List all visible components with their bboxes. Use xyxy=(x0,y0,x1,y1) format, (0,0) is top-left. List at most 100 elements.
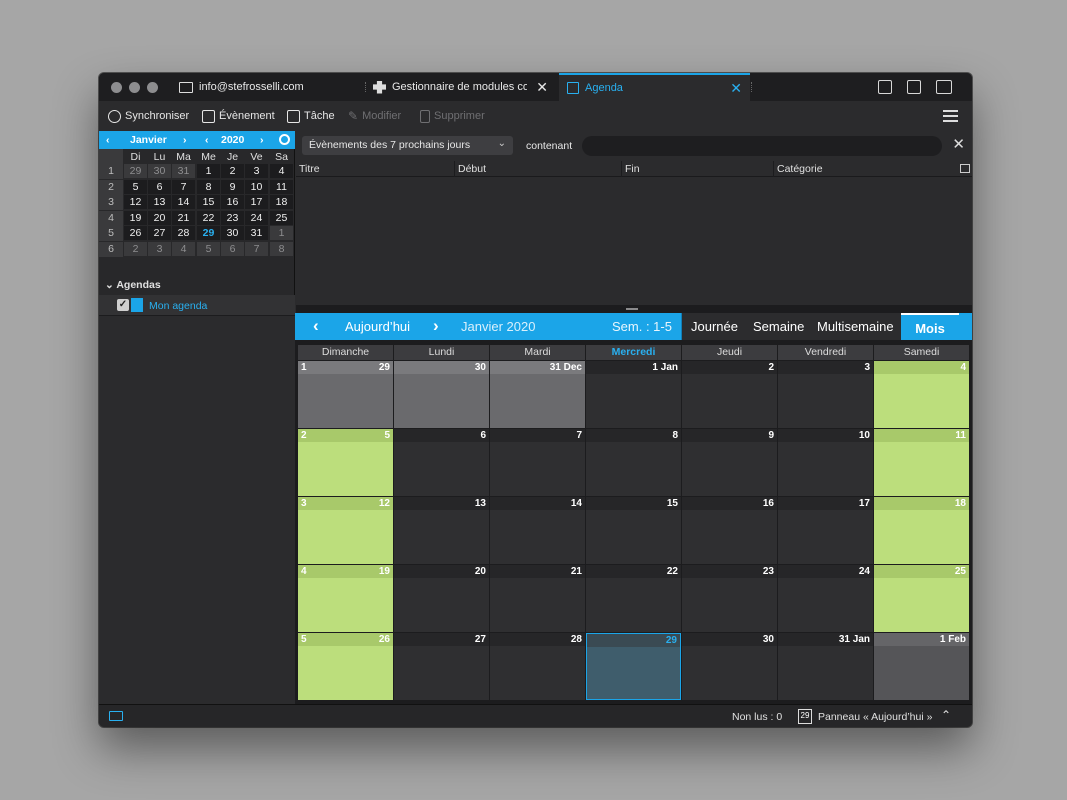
new-task-button[interactable]: Tâche xyxy=(287,101,335,131)
day-cell[interactable]: 30 xyxy=(394,361,489,428)
day-number[interactable]: 21 xyxy=(571,566,582,577)
tab-agenda[interactable]: Agenda ✕ xyxy=(559,73,750,101)
chevron-up-icon[interactable]: ⌃ xyxy=(941,708,951,722)
close-icon[interactable]: ✕ xyxy=(536,79,548,96)
menu-icon[interactable] xyxy=(943,110,958,122)
day-number[interactable]: 28 xyxy=(571,634,582,645)
col-end[interactable]: Fin xyxy=(625,163,640,175)
close-icon[interactable]: ✕ xyxy=(730,80,742,97)
minical-day[interactable]: 9 xyxy=(221,179,244,194)
connection-status-icon[interactable] xyxy=(109,711,123,721)
day-cell[interactable]: 10 xyxy=(778,429,873,496)
day-number[interactable]: 15 xyxy=(667,498,678,509)
minical-day[interactable]: 1 xyxy=(270,226,293,240)
minical-day[interactable]: 4 xyxy=(172,241,195,256)
day-cell-today[interactable]: 29 xyxy=(586,633,681,700)
minical-day[interactable]: 10 xyxy=(245,179,268,194)
day-number[interactable]: 1 Jan xyxy=(652,362,678,373)
day-cell[interactable]: 16 xyxy=(682,497,777,564)
col-category[interactable]: Catégorie xyxy=(777,163,823,175)
tasks-tab-icon[interactable] xyxy=(907,80,921,94)
day-number[interactable]: 12 xyxy=(379,498,390,509)
close-window-button[interactable] xyxy=(111,82,122,93)
day-cell[interactable]: 11 xyxy=(874,429,969,496)
minical-day[interactable]: 30 xyxy=(148,164,171,178)
day-cell[interactable]: 28 xyxy=(490,633,585,700)
day-cell[interactable]: 5 26 xyxy=(298,633,393,700)
close-icon[interactable]: ✕ xyxy=(952,135,965,153)
search-input[interactable] xyxy=(582,136,942,156)
agendas-section[interactable]: ⌄ Agendas xyxy=(105,279,161,291)
new-event-button[interactable]: Évènement xyxy=(202,101,275,131)
zoom-window-button[interactable] xyxy=(147,82,158,93)
agenda-checkbox[interactable]: ✓ xyxy=(117,299,129,311)
day-cell[interactable]: 9 xyxy=(682,429,777,496)
day-number[interactable]: 6 xyxy=(480,430,486,441)
next-period-button[interactable]: › xyxy=(433,316,439,336)
day-number[interactable]: 8 xyxy=(672,430,678,441)
minical-day[interactable]: 3 xyxy=(245,164,268,178)
col-title[interactable]: Titre xyxy=(299,163,320,175)
day-number[interactable]: 29 xyxy=(379,362,390,373)
minical-day[interactable]: 29 xyxy=(197,226,220,240)
day-cell[interactable]: 18 xyxy=(874,497,969,564)
minical-day[interactable]: 30 xyxy=(221,226,244,240)
minical-day[interactable]: 6 xyxy=(148,179,171,194)
day-number[interactable]: 23 xyxy=(763,566,774,577)
minical-day[interactable]: 21 xyxy=(172,210,195,225)
edit-button[interactable]: ✎ Modifier xyxy=(348,101,401,131)
minical-day[interactable]: 5 xyxy=(197,241,220,256)
view-month-tab[interactable]: Mois xyxy=(901,313,959,340)
day-cell[interactable]: 3 12 xyxy=(298,497,393,564)
day-cell[interactable]: 25 xyxy=(298,429,393,496)
minical-day[interactable]: 23 xyxy=(221,210,244,225)
day-number[interactable]: 14 xyxy=(571,498,582,509)
week-number[interactable]: 2 xyxy=(301,430,307,441)
column-divider[interactable] xyxy=(454,161,455,177)
day-number[interactable]: 16 xyxy=(763,498,774,509)
minical-day[interactable]: 18 xyxy=(270,195,293,209)
week-number[interactable]: 4 xyxy=(301,566,307,577)
minical-day[interactable]: 17 xyxy=(245,195,268,209)
minical-day[interactable]: 1 xyxy=(197,164,220,178)
day-number[interactable]: 10 xyxy=(859,430,870,441)
day-cell[interactable]: 3 xyxy=(778,361,873,428)
view-week-tab[interactable]: Semaine xyxy=(753,319,804,334)
next-year-icon[interactable]: › xyxy=(260,134,264,146)
day-number[interactable]: 22 xyxy=(667,566,678,577)
day-number[interactable]: 30 xyxy=(475,362,486,373)
day-number[interactable]: 19 xyxy=(379,566,390,577)
agenda-item[interactable]: ✓ Mon agenda xyxy=(99,295,295,315)
day-number[interactable]: 20 xyxy=(475,566,486,577)
minical-day[interactable]: 3 xyxy=(148,241,171,256)
minical-week-number[interactable]: 4 xyxy=(99,210,123,226)
day-number[interactable]: 25 xyxy=(955,566,966,577)
day-number[interactable]: 26 xyxy=(379,634,390,645)
column-divider[interactable] xyxy=(773,161,774,177)
minical-day[interactable]: 26 xyxy=(124,226,147,240)
week-number[interactable]: 1 xyxy=(301,362,307,373)
day-number[interactable]: 30 xyxy=(763,634,774,645)
minical-week-number[interactable]: 3 xyxy=(99,195,123,210)
day-cell[interactable]: 25 xyxy=(874,565,969,632)
day-number[interactable]: 1 Feb xyxy=(940,634,966,645)
today-pane-toggle[interactable]: Panneau « Aujourd’hui » xyxy=(818,711,932,723)
delete-button[interactable]: Supprimer xyxy=(420,101,485,131)
minical-day[interactable]: 31 xyxy=(245,226,268,240)
day-number[interactable]: 3 xyxy=(864,362,870,373)
minical-day[interactable]: 5 xyxy=(124,179,147,194)
splitter-grip[interactable] xyxy=(626,308,638,310)
minical-day[interactable]: 7 xyxy=(245,241,268,256)
day-number[interactable]: 31 Jan xyxy=(839,634,870,645)
prev-period-button[interactable]: ‹ xyxy=(313,316,319,336)
day-cell[interactable]: 24 xyxy=(778,565,873,632)
minical-day[interactable]: 12 xyxy=(124,195,147,209)
day-cell[interactable]: 1 Feb xyxy=(874,633,969,700)
day-number[interactable]: 31 Dec xyxy=(550,362,582,373)
minical-day[interactable]: 22 xyxy=(197,210,220,225)
minical-week-number[interactable]: 1 xyxy=(99,164,123,179)
minical-day[interactable]: 8 xyxy=(270,241,293,256)
prev-month-icon[interactable]: ‹ xyxy=(106,134,110,146)
minical-day[interactable]: 29 xyxy=(124,164,147,178)
minical-day[interactable]: 14 xyxy=(172,195,195,209)
